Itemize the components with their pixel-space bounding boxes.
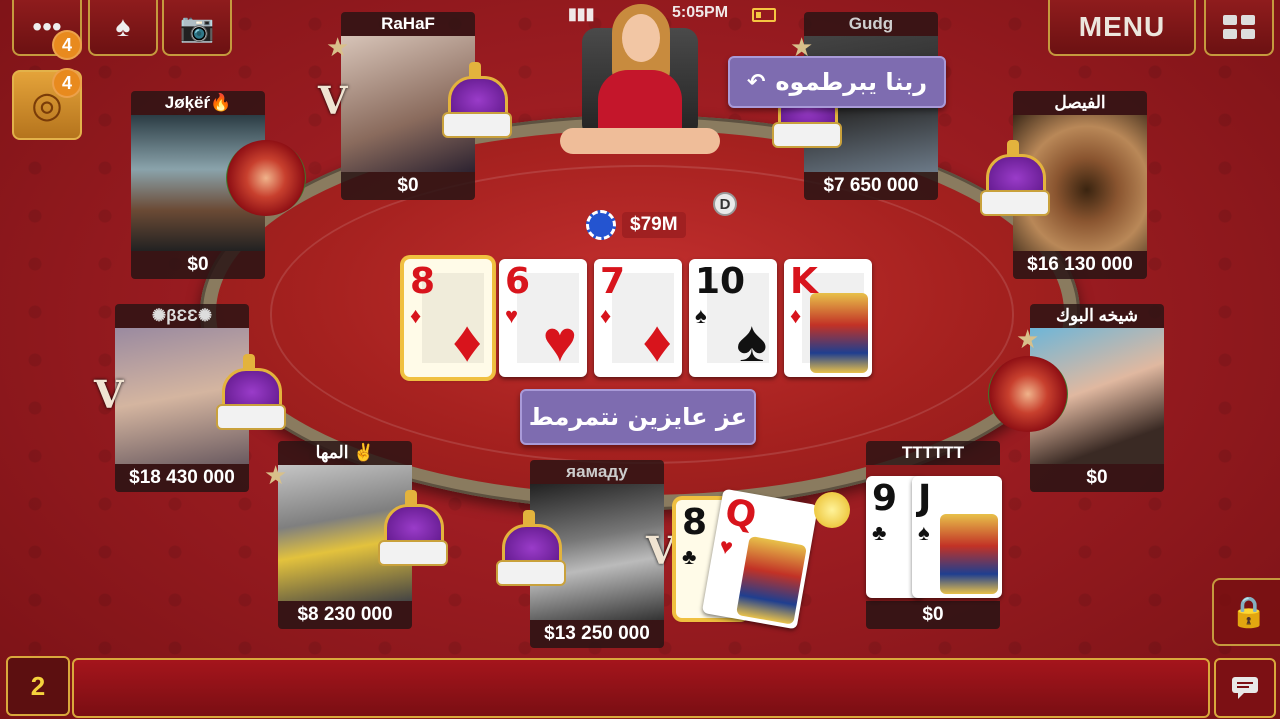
battery-icon <box>752 8 776 22</box>
grid-icon <box>1223 15 1255 39</box>
star-icon: ★ <box>326 32 350 62</box>
chat-bubble-text: ربنا يبرطموه <box>775 68 928 96</box>
chat-button[interactable] <box>1214 658 1276 718</box>
player-name: الفيصل <box>1013 91 1147 115</box>
menu-button[interactable]: MENU <box>1048 0 1196 56</box>
rose-icon <box>226 140 306 216</box>
player-name: المها ✌ <box>278 441 412 465</box>
card-suit: ♣ <box>682 544 697 569</box>
player-name: Jøķëŕ🔥 <box>131 91 265 115</box>
vip-icon: V <box>646 528 676 573</box>
card-rank: 10 <box>695 261 746 302</box>
card-rank: 9 <box>872 478 898 519</box>
player-chips: $0 <box>866 601 1000 629</box>
pot: $79M <box>586 210 686 240</box>
card-suit: ♠ <box>695 303 707 328</box>
player-chips: $16 130 000 <box>1013 251 1147 279</box>
crown-icon <box>978 140 1050 220</box>
missions-badge: 4 <box>52 68 82 98</box>
lock-icon: 🔒 <box>1230 595 1268 629</box>
card-suit: ♠ <box>918 520 930 545</box>
hole-card: J ♠ <box>912 476 1002 598</box>
card-suit: ♦ <box>790 303 802 328</box>
card-rank: Q <box>722 491 760 538</box>
card-rank: J <box>918 478 932 519</box>
player-name: شيخه البوك <box>1030 304 1164 328</box>
vip-icon: V <box>94 372 124 417</box>
chip-icon <box>586 210 616 240</box>
dealer-button: D <box>713 192 737 216</box>
player-name: Gudg <box>804 12 938 36</box>
player-name: ✺βƐƐ✺ <box>115 304 249 328</box>
jack-figure <box>940 514 998 594</box>
card-suit-large: ♦ <box>452 309 482 374</box>
counter-value: 2 <box>30 670 46 701</box>
star-icon: ★ <box>264 460 288 490</box>
counter-button[interactable]: 2 <box>6 656 70 716</box>
card-suit-large: ♥ <box>542 309 577 374</box>
camera-button[interactable]: 📷 <box>162 0 232 56</box>
king-figure <box>810 293 868 373</box>
dealer-avatar <box>560 0 720 160</box>
reply-arrow-icon: ↶ <box>746 69 766 95</box>
star-icon: ★ <box>1016 324 1040 354</box>
notification-badge: 4 <box>52 30 82 60</box>
spade-chip-icon: ♠ <box>115 11 131 42</box>
trumpet-icon <box>814 492 850 528</box>
community-card: 6 ♥ ♥ <box>499 259 587 377</box>
pot-amount: $79M <box>622 212 686 238</box>
card-rank: 8 <box>410 261 436 302</box>
community-card: 7 ♦ ♦ <box>594 259 682 377</box>
crown-icon <box>440 62 512 142</box>
card-suit: ♥ <box>717 532 735 560</box>
player-name: TTTTTT <box>866 441 1000 465</box>
poker-chip-button[interactable]: ♠ <box>88 0 158 56</box>
player-name: яамаду <box>530 460 664 484</box>
camera-icon: 📷 <box>179 11 215 43</box>
queen-figure <box>735 535 807 625</box>
card-suit-large: ♠ <box>736 309 767 374</box>
crown-icon <box>494 510 566 590</box>
crown-icon <box>214 354 286 434</box>
card-suit: ♦ <box>410 303 422 328</box>
card-suit: ♣ <box>872 520 887 545</box>
card-suit: ♥ <box>505 303 519 328</box>
community-card: K ♦ <box>784 259 872 377</box>
player-chips: $8 230 000 <box>278 601 412 629</box>
chat-bubble-top: ↶ ربنا يبرطموه <box>728 56 946 108</box>
lock-button[interactable]: 🔒 <box>1212 578 1280 646</box>
vip-icon: V <box>318 78 348 123</box>
chat-bubble-center: عز عايزين نتمرمط <box>520 389 756 445</box>
player-chips: $0 <box>1030 464 1164 492</box>
crown-icon <box>376 490 448 570</box>
card-rank: 7 <box>600 261 626 302</box>
player-name: RaHaF <box>341 12 475 36</box>
chat-input[interactable] <box>72 658 1210 718</box>
layout-button[interactable] <box>1204 0 1274 56</box>
community-card: 10 ♠ ♠ <box>689 259 777 377</box>
chat-icon <box>1232 677 1258 699</box>
card-rank: 8 <box>682 502 708 543</box>
player-chips: $7 650 000 <box>804 172 938 200</box>
card-rank: 6 <box>505 261 531 302</box>
player-chips: $0 <box>131 251 265 279</box>
card-suit-large: ♦ <box>642 309 672 374</box>
card-suit: ♦ <box>600 303 612 328</box>
chat-bubble-text: عز عايزين نتمرمط <box>528 403 748 431</box>
community-card: 8 ♦ ♦ <box>404 259 492 377</box>
rose-icon <box>988 356 1068 432</box>
player-chips: $0 <box>341 172 475 200</box>
player-chips: $18 430 000 <box>115 464 249 492</box>
player-chips: $13 250 000 <box>530 620 664 648</box>
